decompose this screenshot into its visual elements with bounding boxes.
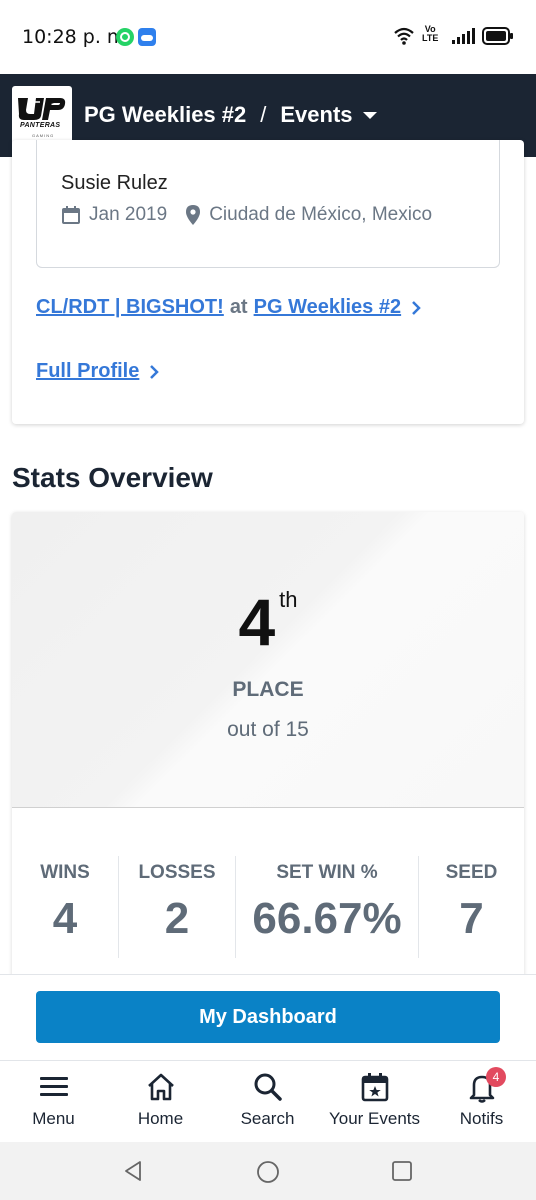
dashboard-bar: My Dashboard (0, 974, 536, 1060)
nav-label: Menu (32, 1109, 75, 1128)
back-icon[interactable] (122, 1160, 144, 1182)
stats-card: 4th PLACE out of 15 WINS 4 LOSSES 2 SET … (12, 512, 524, 982)
stat-value: 4 (52, 894, 78, 943)
status-bar: 10:28 p. m. Vo LTE (0, 0, 536, 74)
placement-out-of: out of 15 (227, 718, 309, 741)
placement-label: PLACE (232, 678, 304, 701)
stat-value: 2 (164, 894, 190, 943)
stat-wins: WINS 4 (12, 856, 118, 958)
stat-label: WINS (40, 862, 90, 883)
player-date: Jan 2019 (89, 204, 168, 225)
player-location: Ciudad de México, Mexico (209, 204, 433, 225)
caret-down-icon[interactable] (362, 111, 377, 119)
event-tournament-link[interactable]: PG Weeklies #2 (254, 296, 402, 319)
event-at-label: at (229, 296, 248, 318)
volte-indicator: Vo LTE (422, 25, 438, 43)
logo-subtext: GAMING (32, 133, 55, 138)
nav-notifs[interactable]: 4 Notifs (428, 1067, 535, 1129)
calendar-icon (62, 206, 80, 224)
whatsapp-icon (116, 28, 134, 46)
stat-label: SET WIN % (276, 862, 378, 883)
player-card: Susie Rulez Jan 2019 Ciudad de México, M… (12, 140, 524, 424)
stat-losses: LOSSES 2 (119, 856, 235, 958)
system-nav-bar (0, 1142, 536, 1200)
full-profile-link[interactable]: Full Profile (36, 360, 160, 383)
search-icon[interactable] (252, 1071, 284, 1103)
player-name: Susie Rulez (61, 172, 168, 194)
nav-label: Your Events (328, 1109, 421, 1128)
location-pin-icon (186, 205, 201, 225)
cloud-icon (138, 28, 156, 46)
volte-line2: LTE (422, 33, 439, 43)
org-logo[interactable]: PANTERAS GAMING (12, 86, 72, 146)
my-dashboard-button[interactable]: My Dashboard (36, 991, 500, 1043)
panther-logo-icon (18, 98, 66, 120)
home-icon[interactable] (145, 1071, 177, 1103)
section-dropdown-label[interactable]: Events (280, 102, 352, 128)
full-profile-label[interactable]: Full Profile (36, 360, 139, 383)
wifi-icon (394, 27, 414, 45)
notification-badge: 4 (486, 1067, 506, 1087)
menu-icon[interactable] (38, 1071, 70, 1103)
placement-panel: 4th PLACE out of 15 (12, 512, 524, 808)
logo-text: PANTERAS (20, 122, 61, 129)
stat-value: 7 (459, 894, 484, 943)
nav-search[interactable]: Search (214, 1071, 321, 1129)
entrant-team-link[interactable]: CL/RDT | BIGSHOT! (36, 296, 224, 319)
chevron-right-icon[interactable] (149, 364, 160, 380)
stat-label: SEED (445, 862, 498, 883)
calendar-star-icon[interactable] (359, 1071, 391, 1103)
player-meta: Jan 2019 Ciudad de México, Mexico (61, 204, 432, 226)
event-entry-link[interactable]: CL/RDT | BIGSHOT! at PG Weeklies #2 (36, 296, 421, 319)
battery-icon (482, 27, 513, 45)
header-title[interactable]: PG Weeklies #2 / Events (84, 102, 377, 128)
stat-value: 66.67% (252, 894, 402, 943)
stat-set-win-percent: SET WIN % 66.67% (236, 856, 418, 958)
recents-icon[interactable] (392, 1161, 412, 1181)
nav-label: Home (137, 1109, 184, 1128)
nav-home[interactable]: Home (107, 1071, 214, 1129)
breadcrumb-separator: / (260, 102, 267, 127)
placement-number: 4th (12, 584, 524, 660)
stat-columns: WINS 4 LOSSES 2 SET WIN % 66.67% SEED 7 (12, 856, 524, 958)
stat-seed: SEED 7 (419, 856, 524, 958)
placement-value: 4 (238, 585, 276, 659)
player-info-card: Susie Rulez Jan 2019 Ciudad de México, M… (36, 140, 500, 268)
bottom-nav: Menu Home Search Your Events 4 Notifs (0, 1060, 536, 1142)
nav-menu[interactable]: Menu (0, 1071, 107, 1129)
nav-label: Search (240, 1109, 295, 1128)
stats-section-title: Stats Overview (12, 462, 213, 493)
nav-your-events[interactable]: Your Events (321, 1071, 428, 1129)
placement-suffix: th (279, 587, 298, 612)
tournament-name[interactable]: PG Weeklies #2 (84, 102, 246, 128)
stat-label: LOSSES (138, 862, 216, 883)
signal-icon (452, 28, 475, 44)
nav-label: Notifs (459, 1109, 504, 1128)
home-circle-icon[interactable] (256, 1160, 280, 1184)
chevron-right-icon[interactable] (411, 300, 421, 316)
